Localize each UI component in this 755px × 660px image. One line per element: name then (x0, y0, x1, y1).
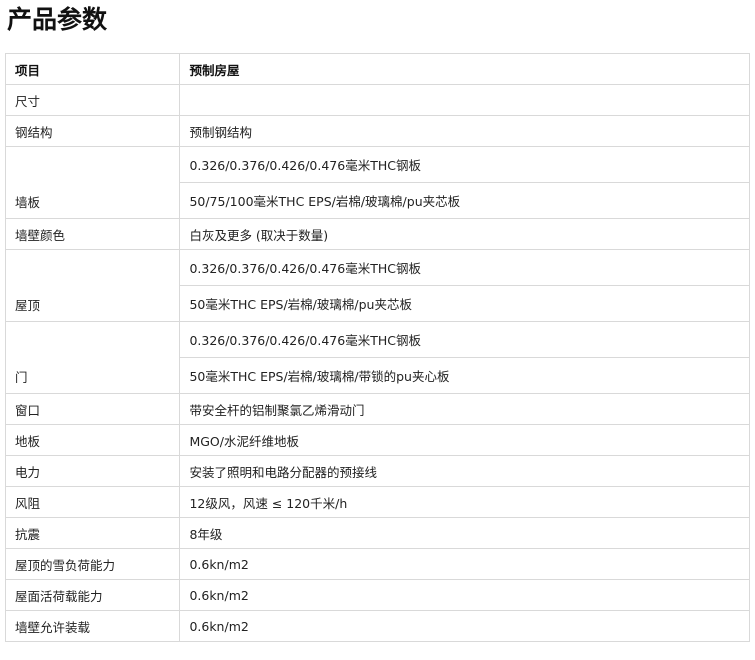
spec-table: 项目 预制房屋 尺寸 钢结构 预制钢结构 墙板 0.326/0.376/0.42… (4, 53, 750, 642)
row-value: 0.6kn/m2 (179, 548, 750, 580)
row-value: 50毫米THC EPS/岩棉/玻璃棉/pu夹芯板 (179, 285, 750, 322)
row-label: 尺寸 (4, 84, 181, 116)
table-row: 窗口 带安全杆的铝制聚氯乙烯滑动门 (4, 393, 750, 425)
row-label: 钢结构 (4, 115, 181, 147)
row-value: 0.326/0.376/0.426/0.476毫米THC钢板 (179, 146, 750, 183)
header-value: 预制房屋 (179, 53, 750, 85)
row-label: 屋顶的雪负荷能力 (4, 548, 181, 580)
row-label: 屋顶 (4, 249, 181, 322)
row-label: 屋面活荷载能力 (4, 579, 181, 611)
table-row: 门 0.326/0.376/0.426/0.476毫米THC钢板 (4, 321, 750, 394)
row-value: 预制钢结构 (179, 115, 750, 147)
row-label: 门 (4, 321, 181, 394)
table-row: 墙板 0.326/0.376/0.426/0.476毫米THC钢板 (4, 146, 750, 219)
row-value: 0.6kn/m2 (179, 610, 750, 642)
row-value: MGO/水泥纤维地板 (179, 424, 750, 456)
row-label: 电力 (4, 455, 181, 487)
row-label: 墙壁允许装载 (4, 610, 181, 642)
header-item: 项目 (4, 53, 181, 85)
row-label: 墙壁颜色 (4, 218, 181, 250)
row-value: 50/75/100毫米THC EPS/岩棉/玻璃棉/pu夹芯板 (179, 182, 750, 219)
row-value: 0.326/0.376/0.426/0.476毫米THC钢板 (179, 249, 750, 286)
table-row: 屋面活荷载能力 0.6kn/m2 (4, 579, 750, 611)
row-value: 12级风，风速 ≤ 120千米/h (179, 486, 750, 518)
row-label: 墙板 (4, 146, 181, 219)
row-value (179, 84, 750, 116)
table-header-row: 项目 预制房屋 (4, 53, 750, 85)
table-row: 风阻 12级风，风速 ≤ 120千米/h (4, 486, 750, 518)
row-label: 地板 (4, 424, 181, 456)
table-row: 抗震 8年级 (4, 517, 750, 549)
table-row: 屋顶的雪负荷能力 0.6kn/m2 (4, 548, 750, 580)
row-label: 窗口 (4, 393, 181, 425)
row-value: 带安全杆的铝制聚氯乙烯滑动门 (179, 393, 750, 425)
table-row: 墙壁允许装载 0.6kn/m2 (4, 610, 750, 642)
table-row: 电力 安装了照明和电路分配器的预接线 (4, 455, 750, 487)
table-row: 地板 MGO/水泥纤维地板 (4, 424, 750, 456)
table-row: 钢结构 预制钢结构 (4, 115, 750, 147)
row-value: 安装了照明和电路分配器的预接线 (179, 455, 750, 487)
table-row: 墙壁颜色 白灰及更多 (取决于数量) (4, 218, 750, 250)
row-value: 0.6kn/m2 (179, 579, 750, 611)
row-value: 白灰及更多 (取决于数量) (179, 218, 750, 250)
row-value: 8年级 (179, 517, 750, 549)
table-row: 尺寸 (4, 84, 750, 116)
row-value: 50毫米THC EPS/岩棉/玻璃棉/带锁的pu夹心板 (179, 357, 750, 394)
table-row: 屋顶 0.326/0.376/0.426/0.476毫米THC钢板 (4, 249, 750, 322)
row-label: 风阻 (4, 486, 181, 518)
row-label: 抗震 (4, 517, 181, 549)
page-title: 产品参数 (7, 5, 108, 34)
row-value: 0.326/0.376/0.426/0.476毫米THC钢板 (179, 321, 750, 358)
